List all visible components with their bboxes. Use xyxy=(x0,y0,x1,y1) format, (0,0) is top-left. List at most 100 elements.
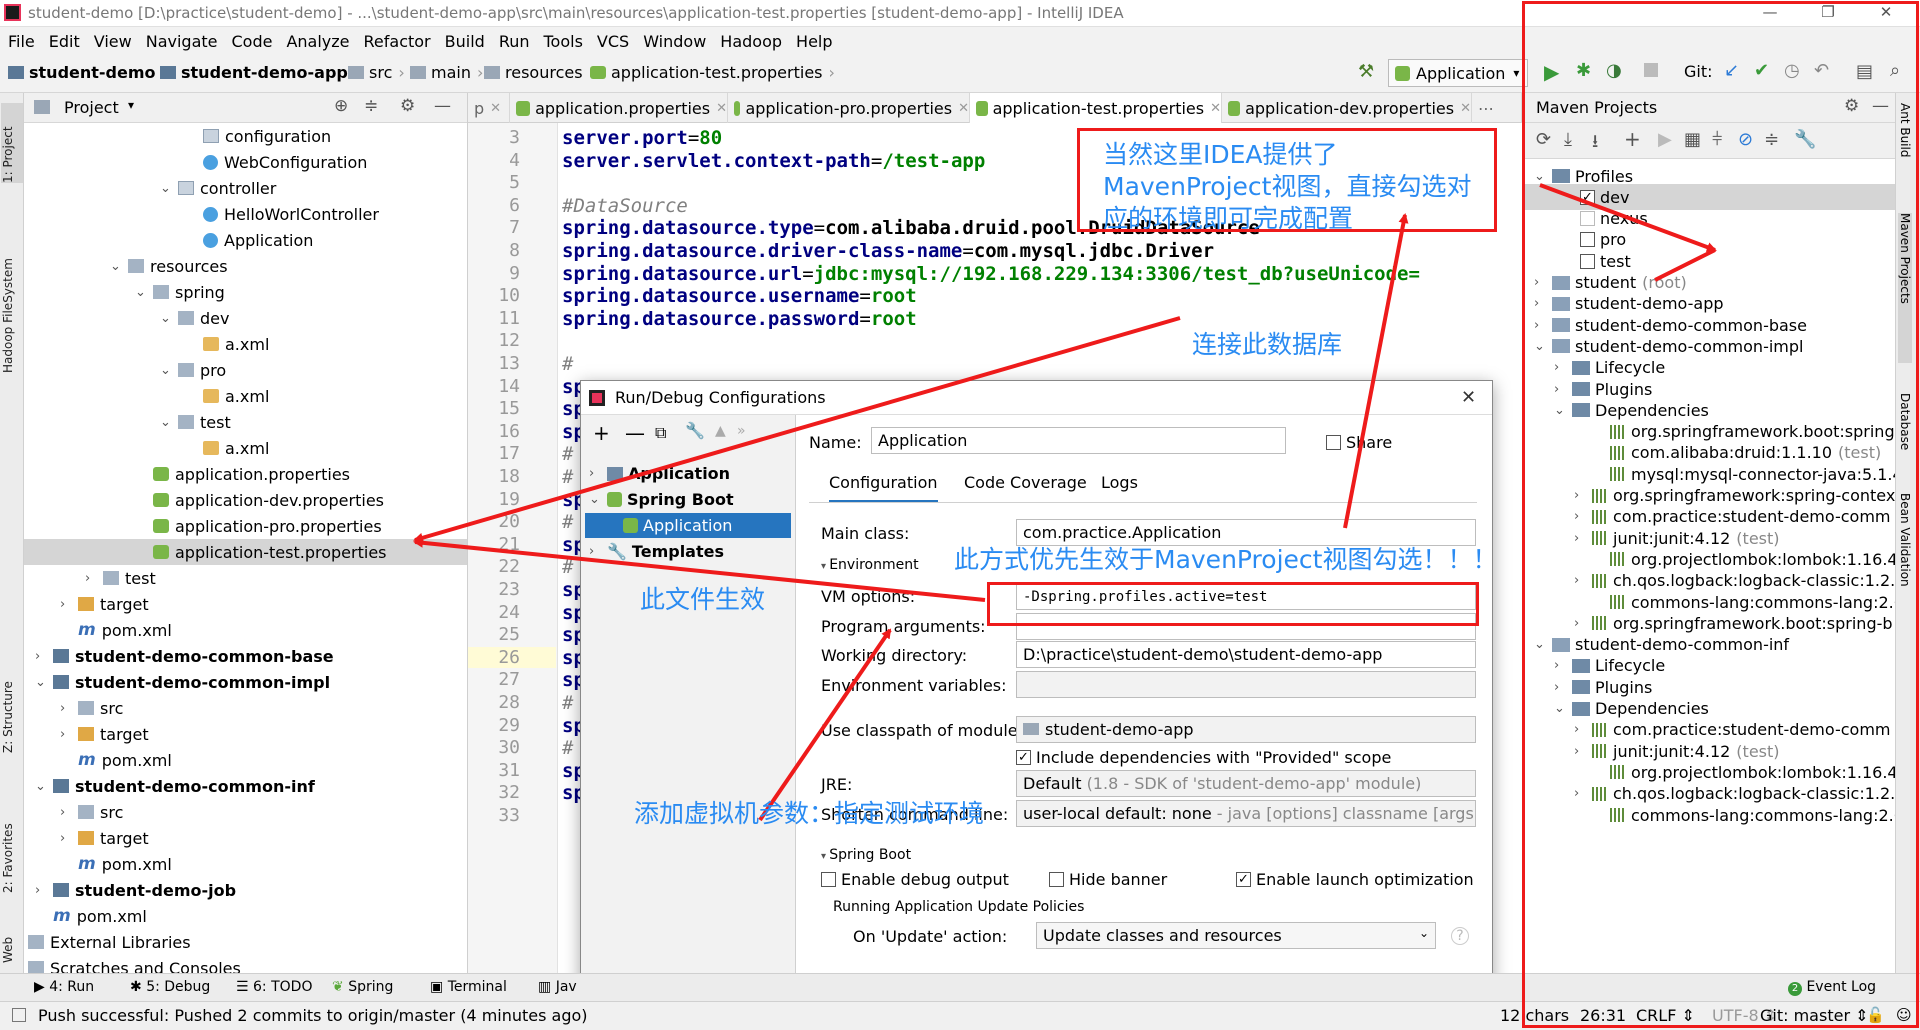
tab-application-properties[interactable]: application.properties ✕ xyxy=(510,93,728,123)
build-hammer-icon[interactable]: ⚒ xyxy=(1358,61,1374,82)
tool-debug[interactable]: ✱ 5: Debug xyxy=(130,979,210,995)
tree-item[interactable]: ⌄ resources xyxy=(110,253,228,279)
tree-item[interactable]: › student-demo-job xyxy=(35,877,236,903)
name-field[interactable]: Application xyxy=(871,427,1286,454)
tree-item[interactable]: a.xml xyxy=(203,331,269,357)
tab-web[interactable]: Web xyxy=(1,913,23,963)
move-down-icon[interactable]: » xyxy=(737,423,746,439)
chevron-down-icon[interactable]: ⌄ xyxy=(35,675,53,690)
copy-icon[interactable]: ⧉ xyxy=(655,423,666,443)
locate-icon[interactable]: ⊕ xyxy=(334,96,348,116)
chevron-right-icon[interactable]: › xyxy=(60,831,78,846)
chevron-down-icon[interactable]: ⌄ xyxy=(35,779,53,794)
tree-item[interactable]: m pom.xml xyxy=(78,747,172,773)
share-checkbox[interactable]: Share xyxy=(1326,433,1392,452)
tool-spring[interactable]: ❦ Spring xyxy=(332,979,393,995)
tree-item[interactable]: ⌄ pro xyxy=(160,357,226,383)
move-up-icon[interactable]: ▲ xyxy=(715,423,726,439)
code-line[interactable]: # xyxy=(562,443,573,465)
breadcrumb-module[interactable]: student-demo-app› xyxy=(160,63,360,82)
tree-item[interactable]: ⌄ dev xyxy=(160,305,229,331)
project-view-select[interactable]: Project xyxy=(64,98,119,117)
tree-item[interactable]: › target xyxy=(60,721,149,747)
tree-item[interactable]: ⌄ student-demo-common-inf xyxy=(35,773,315,799)
menu-run[interactable]: Run xyxy=(499,32,530,51)
tab-configuration[interactable]: Configuration xyxy=(829,473,938,503)
code-line[interactable]: server.servlet.context-path=/test-app xyxy=(562,150,985,172)
chevron-right-icon[interactable]: › xyxy=(60,805,78,820)
include-provided-checkbox[interactable]: ✓ Include dependencies with "Provided" sc… xyxy=(1016,748,1391,767)
tree-item[interactable]: m pom.xml xyxy=(78,851,172,877)
tool-todo[interactable]: ☰ 6: TODO xyxy=(236,979,312,995)
menu-code[interactable]: Code xyxy=(232,32,273,51)
close-icon[interactable]: ✕ xyxy=(1210,101,1221,116)
menu-file[interactable]: File xyxy=(8,32,35,51)
breadcrumb-project[interactable]: student-demo› xyxy=(8,63,168,82)
menu-build[interactable]: Build xyxy=(445,32,485,51)
tab-code-coverage[interactable]: Code Coverage xyxy=(964,473,1087,492)
spring-boot-section[interactable]: ▾ Spring Boot xyxy=(821,847,911,863)
tree-item[interactable]: ⌄ controller xyxy=(160,175,276,201)
tab-structure[interactable]: Z: Structure xyxy=(1,653,23,753)
dialog-close-icon[interactable]: ✕ xyxy=(1461,387,1476,408)
tree-application-selected[interactable]: Application xyxy=(585,513,791,538)
close-icon[interactable]: ✕ xyxy=(716,101,727,116)
wrench-icon[interactable]: 🔧 xyxy=(685,421,705,440)
menu-navigate[interactable]: Navigate xyxy=(146,32,218,51)
chevron-down-icon[interactable]: ⌄ xyxy=(160,415,178,430)
tree-item[interactable]: HelloWorlController xyxy=(203,201,379,227)
chevron-right-icon[interactable]: › xyxy=(60,597,78,612)
tree-item[interactable]: › src xyxy=(60,799,123,825)
jre-select[interactable]: Default (1.8 - SDK of 'student-demo-app'… xyxy=(1016,770,1476,797)
tree-item[interactable]: application-pro.properties xyxy=(153,513,382,539)
tree-item[interactable]: m pom.xml xyxy=(53,903,147,929)
tree-spring-boot[interactable]: ⌄ Spring Boot xyxy=(589,487,734,512)
breadcrumb-main[interactable]: main › xyxy=(410,63,483,82)
tree-item[interactable]: ⌄ test xyxy=(160,409,231,435)
tree-item[interactable]: application.properties xyxy=(153,461,350,487)
tree-item[interactable]: ⌄ student-demo-common-impl xyxy=(35,669,330,695)
code-line[interactable]: spring.datasource.driver-class-name=com.… xyxy=(562,240,1214,262)
menu-edit[interactable]: Edit xyxy=(49,32,80,51)
run-config-select[interactable]: Application ▾ xyxy=(1388,59,1528,87)
tree-item[interactable]: › target xyxy=(60,591,149,617)
tab-favorites[interactable]: 2: Favorites xyxy=(1,793,23,893)
tree-item[interactable]: WebConfiguration xyxy=(203,149,367,175)
enable-debug-checkbox[interactable]: Enable debug output xyxy=(821,870,1009,889)
chevron-right-icon[interactable]: › xyxy=(60,701,78,716)
menu-window[interactable]: Window xyxy=(643,32,706,51)
chevron-down-icon[interactable]: ▾ xyxy=(128,98,134,112)
code-line[interactable]: # xyxy=(562,511,573,533)
tab-application-test-properties[interactable]: application-test.properties ✕ xyxy=(970,93,1222,123)
chevron-right-icon[interactable]: › xyxy=(85,571,103,586)
menu-help[interactable]: Help xyxy=(796,32,832,51)
chevron-right-icon[interactable]: › xyxy=(35,883,53,898)
breadcrumb-src[interactable]: src › xyxy=(348,63,405,82)
tool-run[interactable]: ▶ 4: Run xyxy=(34,979,94,995)
tab-application-pro-properties[interactable]: application-pro.properties ✕ xyxy=(728,93,970,123)
tree-item[interactable]: m pom.xml xyxy=(78,617,172,643)
breadcrumb-file[interactable]: application-test.properties › xyxy=(590,63,835,82)
code-line[interactable]: spring.datasource.url=jdbc:mysql://192.1… xyxy=(562,263,1420,285)
tree-item[interactable]: › src xyxy=(60,695,123,721)
add-icon[interactable]: + xyxy=(593,421,610,445)
environment-variables-field[interactable] xyxy=(1016,671,1476,698)
chevron-down-icon[interactable]: ⌄ xyxy=(160,181,178,196)
tree-item[interactable]: a.xml xyxy=(203,383,269,409)
chevron-right-icon[interactable]: › xyxy=(60,727,78,742)
tree-item[interactable]: › test xyxy=(85,565,156,591)
tree-item[interactable]: ⌄ spring xyxy=(135,279,225,305)
tree-item[interactable]: ›External Libraries xyxy=(28,929,191,955)
tab-hadoop-filesystem[interactable]: Hadoop FileSystem xyxy=(1,233,23,373)
hide-panel-icon[interactable]: — xyxy=(434,96,451,116)
code-line[interactable]: # xyxy=(562,692,573,714)
remove-icon[interactable]: — xyxy=(625,421,645,445)
code-line[interactable]: # xyxy=(562,737,573,759)
close-icon[interactable]: ✕ xyxy=(490,101,501,116)
menu-analyze[interactable]: Analyze xyxy=(286,32,349,51)
tab-truncated[interactable]: p ✕ xyxy=(468,93,510,123)
menu-hadoop[interactable]: Hadoop xyxy=(720,32,782,51)
gear-icon[interactable]: ⚙ xyxy=(400,96,415,116)
tool-terminal[interactable]: ▣ Terminal xyxy=(430,979,507,995)
status-toggle-icon[interactable] xyxy=(12,1008,26,1022)
